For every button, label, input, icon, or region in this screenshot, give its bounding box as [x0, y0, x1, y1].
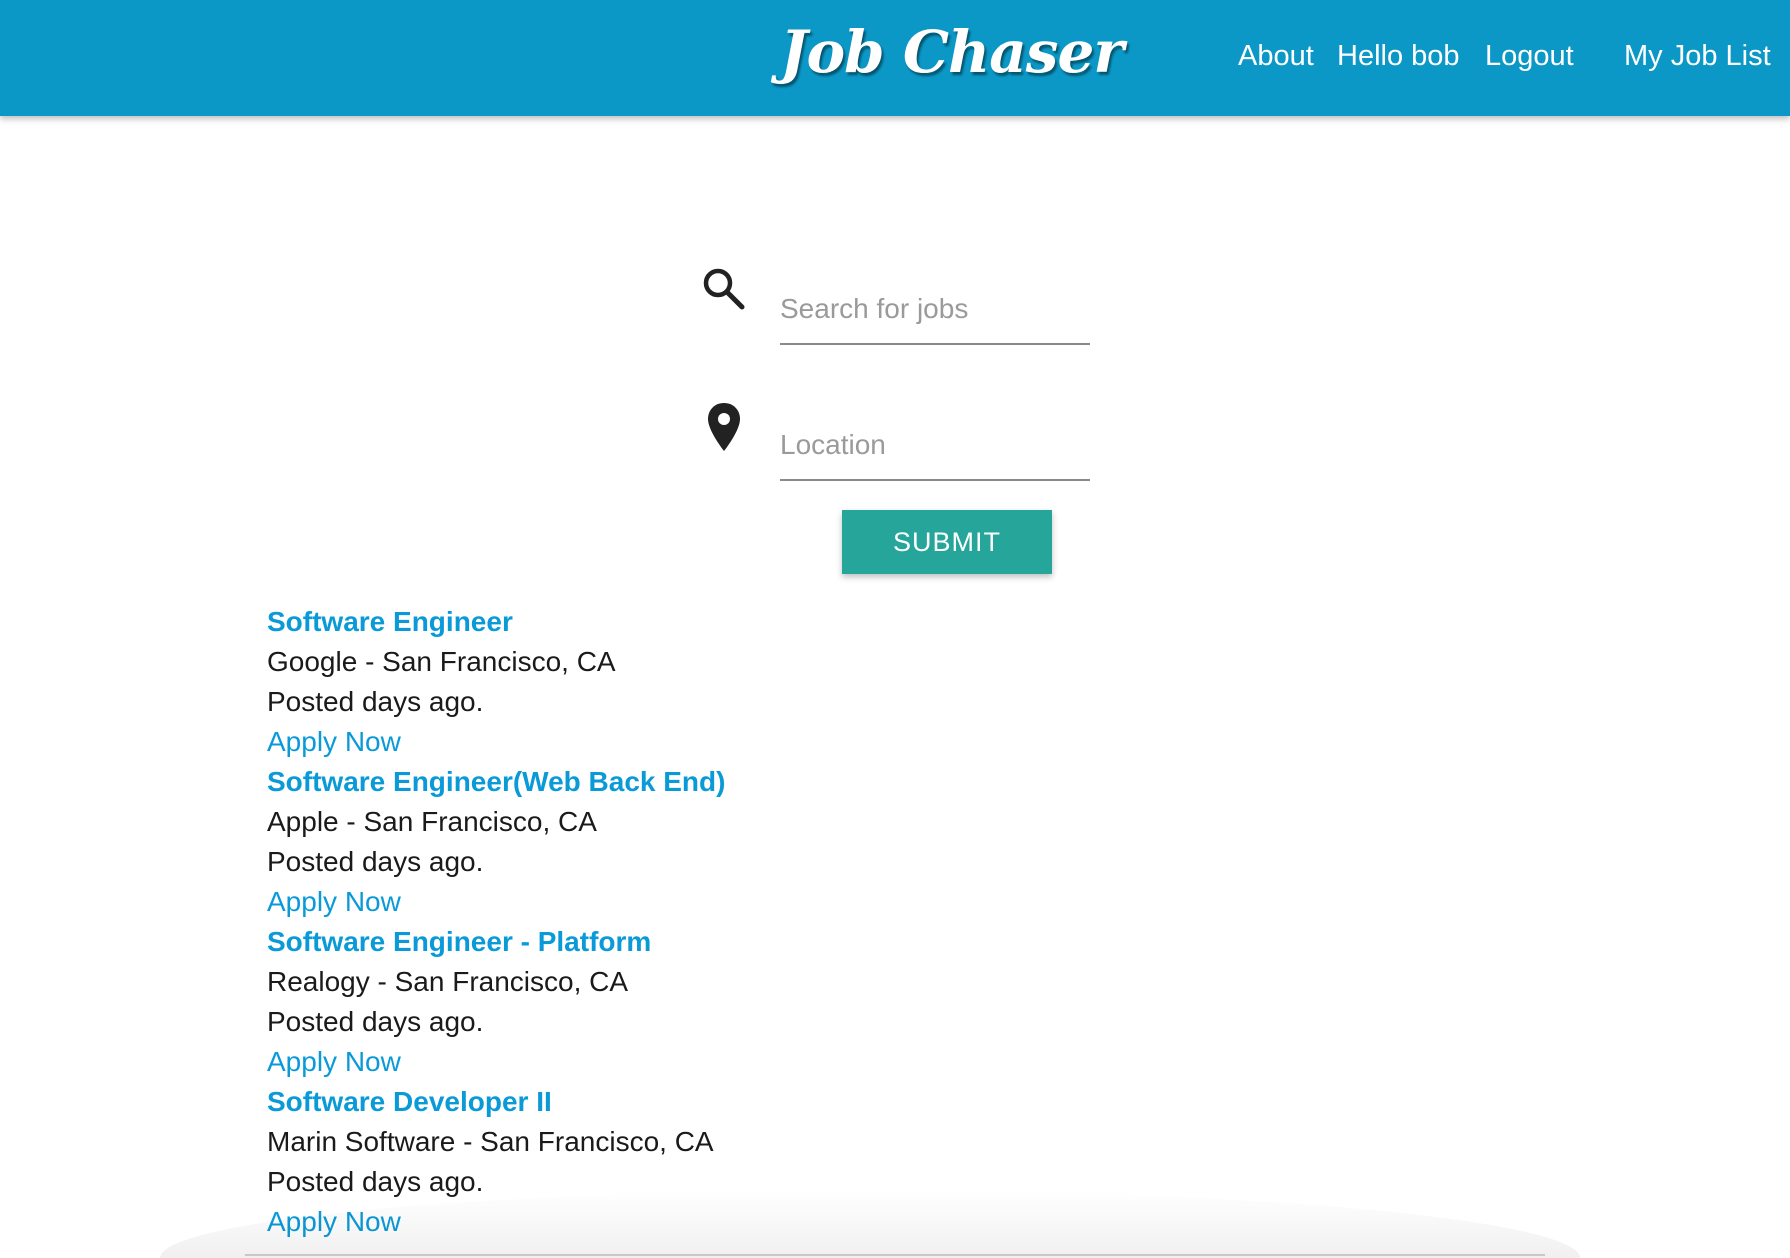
job-company-location: Realogy - San Francisco, CA: [267, 966, 629, 997]
job-item: Software Engineer Google - San Francisco…: [267, 602, 725, 762]
job-results-list: Software Engineer Google - San Francisco…: [267, 602, 725, 1242]
nav-hello-user-link[interactable]: Hello bob: [1337, 40, 1460, 73]
job-title-link[interactable]: Software Engineer: [267, 602, 725, 642]
search-icon: [700, 265, 748, 313]
job-posted-date: Posted days ago.: [267, 1166, 484, 1197]
apply-now-link[interactable]: Apply Now: [267, 1042, 725, 1082]
navbar: Job Chaser About Hello bob Logout My Job…: [0, 0, 1790, 116]
apply-now-link[interactable]: Apply Now: [267, 882, 725, 922]
job-item: Software Engineer - Platform Realogy - S…: [267, 922, 725, 1082]
job-company-location: Apple - San Francisco, CA: [267, 806, 597, 837]
apply-now-link[interactable]: Apply Now: [267, 722, 725, 762]
job-item: Software Engineer(Web Back End) Apple - …: [267, 762, 725, 922]
location-pin-icon: [706, 401, 742, 453]
submit-button[interactable]: SUBMIT: [842, 510, 1052, 574]
nav-about-link[interactable]: About: [1238, 40, 1314, 73]
footer-divider: [245, 1254, 1545, 1256]
search-jobs-input[interactable]: [780, 285, 1090, 345]
job-item: Software Developer II Marin Software - S…: [267, 1082, 725, 1242]
job-posted-date: Posted days ago.: [267, 1006, 484, 1037]
job-company-location: Google - San Francisco, CA: [267, 646, 616, 677]
job-title-link[interactable]: Software Engineer - Platform: [267, 922, 725, 962]
location-input[interactable]: [780, 421, 1090, 481]
brand-logo[interactable]: Job Chaser: [780, 18, 1124, 86]
nav-logout-link[interactable]: Logout: [1485, 40, 1574, 73]
nav-my-job-list-link[interactable]: My Job List: [1624, 40, 1771, 73]
apply-now-link[interactable]: Apply Now: [267, 1202, 725, 1242]
job-posted-date: Posted days ago.: [267, 846, 484, 877]
job-company-location: Marin Software - San Francisco, CA: [267, 1126, 714, 1157]
job-title-link[interactable]: Software Developer II: [267, 1082, 725, 1122]
job-title-link[interactable]: Software Engineer(Web Back End): [267, 762, 725, 802]
job-posted-date: Posted days ago.: [267, 686, 484, 717]
